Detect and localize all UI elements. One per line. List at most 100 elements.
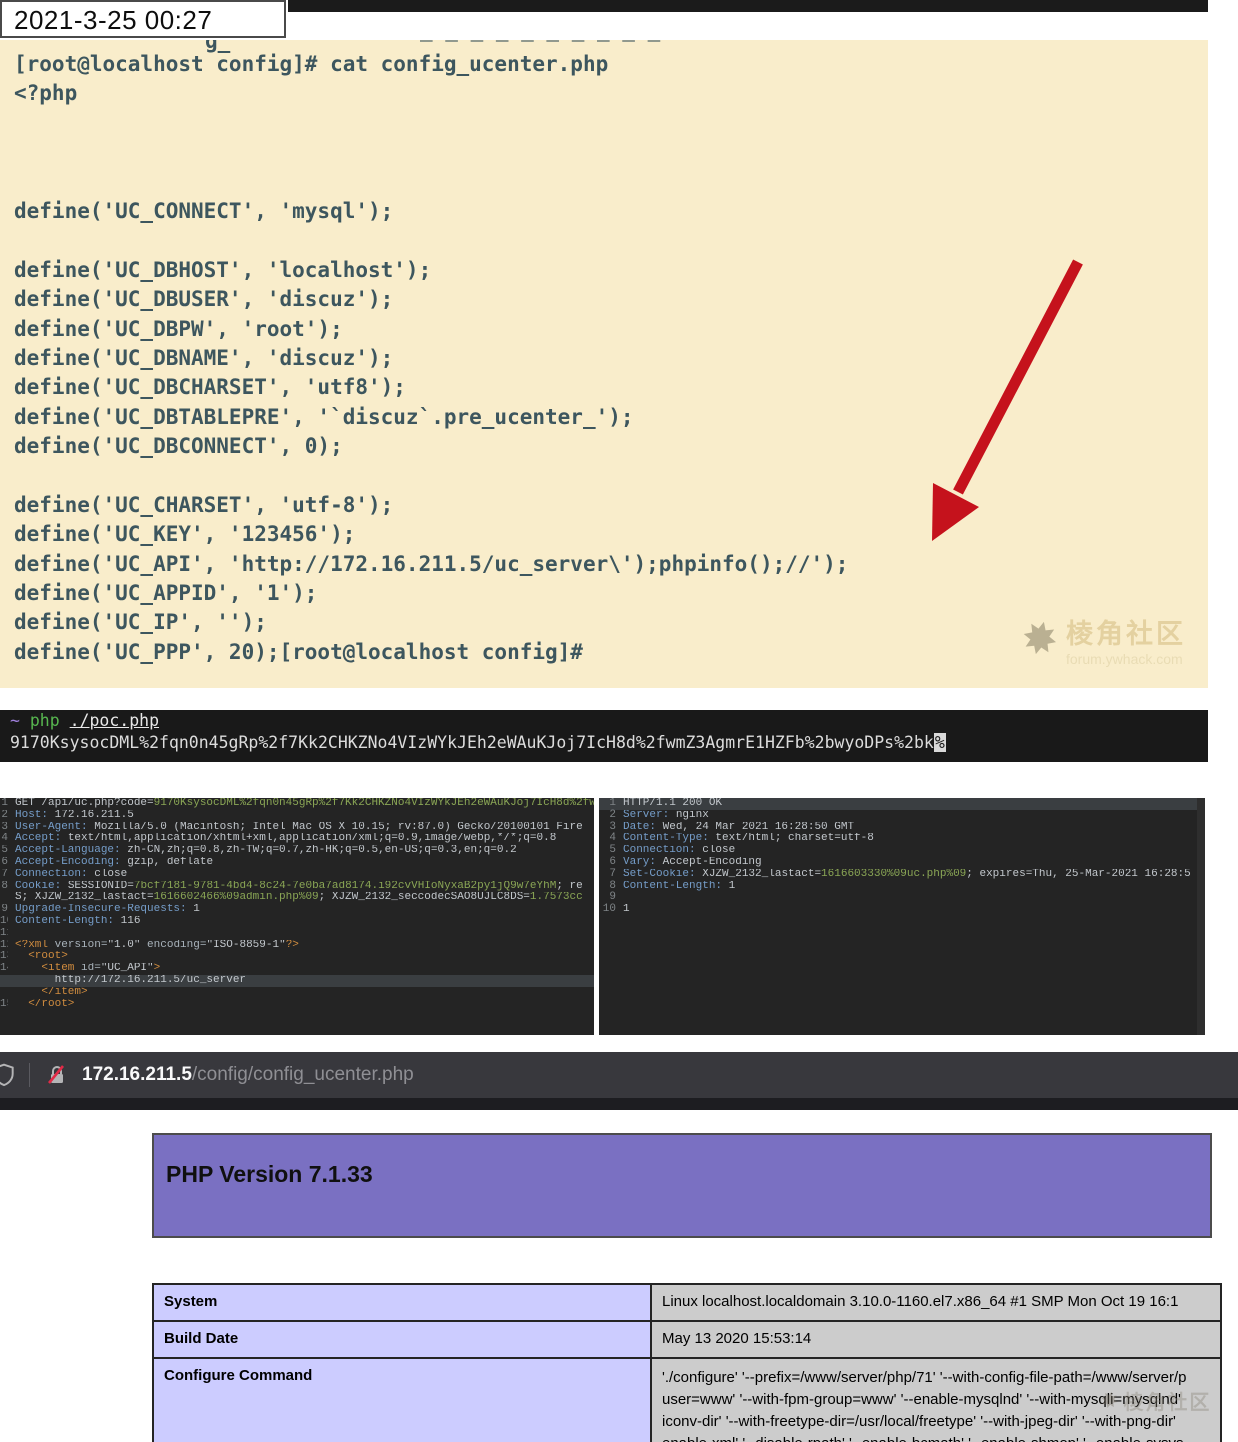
browser-address-bar[interactable]: 172.16.211.5/config/config_ucenter.php (0, 1052, 1238, 1098)
line-text: Upgrade-Insecure-Requests: 1 (15, 904, 594, 916)
line-number: 2 (599, 810, 616, 822)
code-segment: ?> (286, 940, 299, 951)
shell-output-line: 9170KsysocDML%2fqn0n45gRp%2f7Kk2CHKZNo4V… (0, 732, 1208, 754)
line-text: Connection: close (623, 845, 1205, 857)
code-segment: "1.0" (107, 940, 140, 951)
line-text: HTTP/1.1 200 OK (623, 798, 1205, 810)
line-text: Server: nginx (623, 810, 1205, 822)
code-segment: SESSIONID= (61, 881, 134, 892)
line-number: 12 (0, 940, 8, 952)
code-line: 13 <root> (0, 951, 594, 963)
code-segment: 9170KsysocDML%2fqn0n45gRp%2f7Kk2CHKZNo4V… (154, 798, 594, 809)
code-line: 6Accept-Encoding: gzip, deflate (0, 857, 594, 869)
row-label: Build Date (153, 1321, 651, 1358)
code-segment: XJZW_2132_lastact= (696, 869, 821, 880)
table-row: Build Date May 13 2020 15:53:14 (153, 1321, 1221, 1358)
phpinfo-header: PHP Version 7.1.33 (152, 1133, 1212, 1238)
line-text: Date: Wed, 24 Mar 2021 16:28:50 GMT (623, 822, 1205, 834)
terminal-line: [root@localhost config]# cat config_ucen… (14, 50, 848, 79)
code-segment: Content-Length: (623, 881, 722, 892)
terminal-line: define('UC_DBCHARSET', 'utf8'); (14, 373, 848, 402)
line-text: Content-Length: 116 (15, 916, 594, 928)
line-text: User-Agent: Mozilla/5.0 (Macintosh; Inte… (15, 822, 594, 834)
line-number (0, 892, 8, 904)
code-segment: Set-Cookie: (623, 869, 696, 880)
code-line: 15 </root> (0, 999, 594, 1011)
line-number: 4 (0, 833, 8, 845)
code-segment: ; expires=Thu, 25-Mar-2021 16:28:5 (966, 869, 1190, 880)
code-segment: Accept: (15, 833, 61, 844)
burp-request-panel[interactable]: 1GET /api/uc.php?code=9170KsysocDML%2fqn… (0, 798, 594, 1035)
code-segment: Mozilla/5.0 (Macintosh; Intel Mac OS X 1… (88, 822, 583, 833)
url-host: 172.16.211.5 (82, 1064, 192, 1085)
line-number (0, 975, 8, 987)
code-line: 12 <?xml version="1.0" encoding="ISO-8859… (0, 940, 594, 952)
toolbar-divider (29, 1063, 30, 1087)
terminal-line: define('UC_APPID', '1'); (14, 579, 848, 608)
shell-command: php (30, 711, 60, 730)
code-segment: close (696, 845, 736, 856)
code-segment: Host: (15, 810, 48, 821)
line-text: Accept: text/html,application/xhtml+xml,… (15, 833, 594, 845)
code-segment: 1616603330%09uc.php%09 (821, 869, 966, 880)
code-line: 10 Content-Length: 116 (0, 916, 594, 928)
code-line: 1GET /api/uc.php?code=9170KsysocDML%2fqn… (0, 798, 594, 810)
terminal-line: define('UC_DBHOST', 'localhost'); (14, 256, 848, 285)
burp-response-panel[interactable]: 1HTTP/1.1 200 OK2Server: nginx3Date: Wed… (599, 798, 1205, 1035)
code-segment: HTTP/1.1 200 OK (623, 798, 722, 809)
code-segment: 172.16.211.5 (48, 810, 134, 821)
code-segment: Accept-Language: (15, 845, 121, 856)
code-segment: Date: (623, 822, 656, 833)
code-segment: text/html; charset=utf-8 (709, 833, 874, 844)
code-segment: Content-Type: (623, 833, 709, 844)
line-number: 15 (0, 999, 8, 1011)
shield-icon[interactable] (0, 1061, 17, 1089)
timestamp-box: 2021-3-25 00:27 (0, 0, 286, 38)
line-number: 14 (0, 963, 8, 975)
line-number: 9 (0, 904, 8, 916)
line-number: 13 (0, 951, 8, 963)
code-segment: ; re (556, 881, 582, 892)
line-text: <item id="UC_API"> (15, 963, 594, 975)
insecure-lock-icon[interactable] (46, 1064, 68, 1086)
code-segment: <?xml (15, 940, 48, 951)
terminal-line: define('UC_DBUSER', 'discuz'); (14, 285, 848, 314)
code-segment: close (88, 869, 128, 880)
screenshot-page: 2021-3-25 00:27 g_ _ _ _ _ _ _ _ _ _ _ [… (0, 0, 1238, 1442)
code-segment: ; XJZW_2132_seccodecSAO8UJLC8DS= (319, 892, 530, 903)
code-segment: Accept-Encoding: (15, 857, 121, 868)
line-text (623, 892, 1205, 904)
line-number: 5 (0, 845, 8, 857)
code-segment: text/html,application/xhtml+xml,applicat… (61, 833, 556, 844)
row-value: Linux localhost.localdomain 3.10.0-1160.… (651, 1284, 1221, 1321)
code-line: S; XJZW_2132_lastact=1616602466%09admin.… (0, 892, 594, 904)
line-text: <?xml version="1.0" encoding="ISO-8859-1… (15, 940, 594, 952)
line-text: Connection: close (15, 869, 594, 881)
scrollbar[interactable] (1197, 798, 1205, 1035)
code-line: </item> (0, 987, 594, 999)
line-number (0, 987, 8, 999)
code-segment: 1 (722, 881, 735, 892)
code-segment: Vary: (623, 857, 656, 868)
line-text: Host: 172.16.211.5 (15, 810, 594, 822)
row-label: System (153, 1284, 651, 1321)
code-segment: http://172.16.211.5/uc_server (15, 975, 246, 986)
line-number: 8 (0, 881, 8, 893)
line-number: 1 (0, 798, 8, 810)
config-terminal[interactable]: g_ _ _ _ _ _ _ _ _ _ _ [root@localhost c… (0, 40, 1208, 688)
line-text: http://172.16.211.5/uc_server (15, 975, 594, 987)
code-segment: Connection: (15, 869, 88, 880)
watermark-site: forum.ywhack.com (1066, 651, 1186, 667)
terminal-line: define('UC_DBPW', 'root'); (14, 315, 848, 344)
terminal-line (14, 138, 848, 167)
code-segment: Cookie: (15, 881, 61, 892)
line-number: 10 (0, 916, 8, 928)
terminal-line: define('UC_CONNECT', 'mysql'); (14, 197, 848, 226)
phpinfo-table: System Linux localhost.localdomain 3.10.… (152, 1283, 1222, 1442)
url-display[interactable]: 172.16.211.5/config/config_ucenter.php (82, 1064, 414, 1086)
code-line: 101 (599, 904, 1205, 916)
poc-shell-terminal[interactable]: ~ php ./poc.php 9170KsysocDML%2fqn0n45gR… (0, 710, 1208, 762)
watermark-name: 棱角社区 (1123, 1386, 1211, 1415)
watermark: ✸ 棱角社区 forum.ywhack.com (1021, 612, 1186, 667)
code-line: 11 (0, 928, 594, 940)
